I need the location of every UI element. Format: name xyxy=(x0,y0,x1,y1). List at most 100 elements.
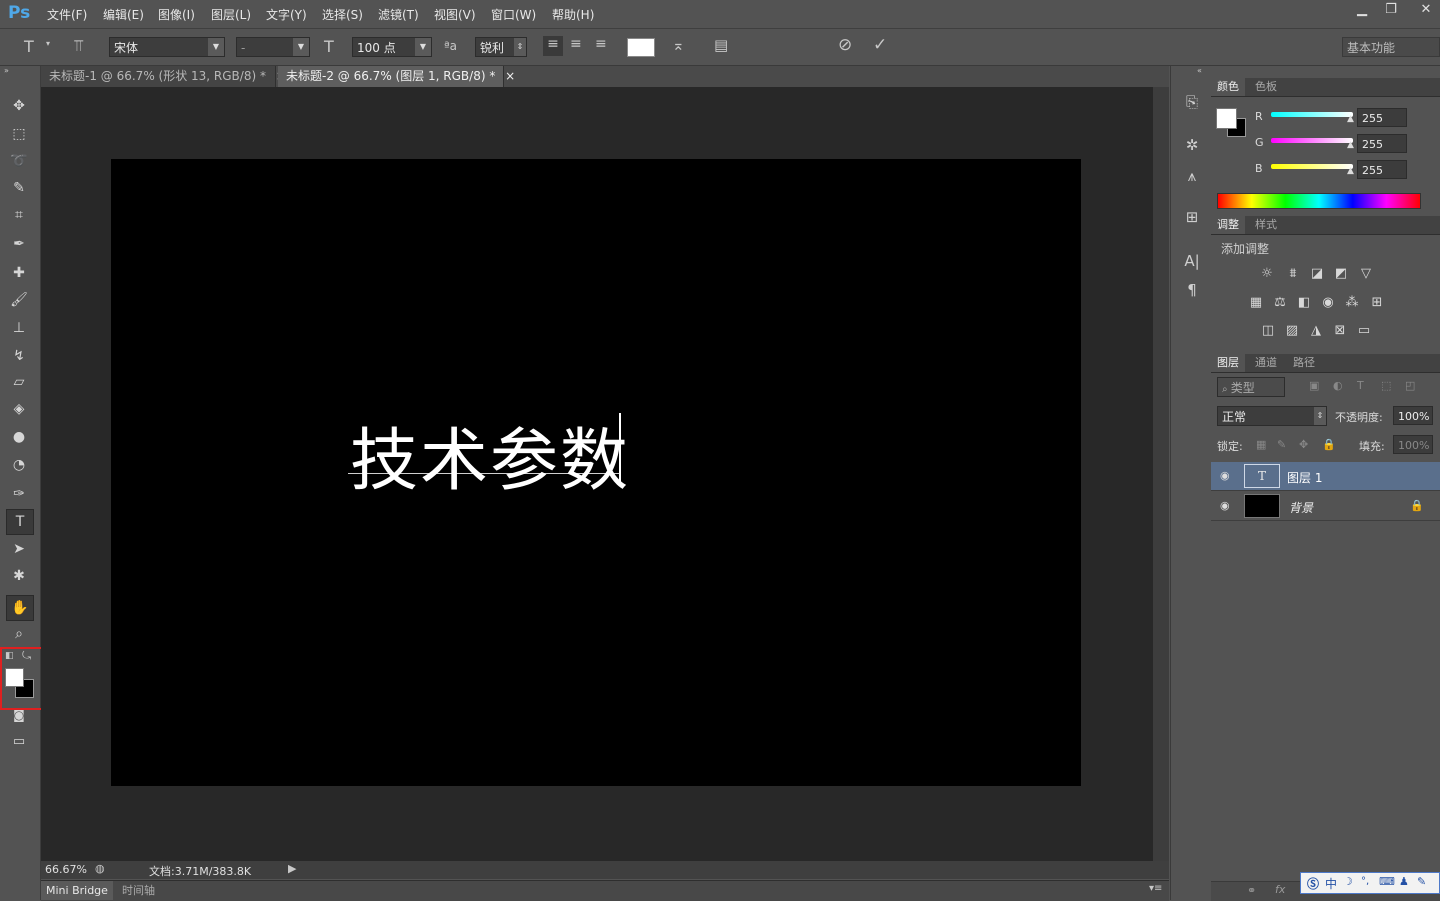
menu-select[interactable]: 选择(S) xyxy=(322,6,363,23)
eye-icon[interactable]: ◉ xyxy=(1220,499,1230,512)
tab-mini-bridge[interactable]: Mini Bridge xyxy=(41,881,113,900)
exposure-icon[interactable]: ◩ xyxy=(1332,265,1350,283)
brush-settings-icon[interactable]: ✲ xyxy=(1181,134,1203,156)
ime-user-icon[interactable]: ♟ xyxy=(1399,875,1409,888)
close-tab-icon[interactable]: × xyxy=(505,69,515,83)
layer-filter-select[interactable]: ⌕ 类型 xyxy=(1217,377,1285,397)
ime-moon-icon[interactable]: ☽ xyxy=(1343,875,1353,888)
ime-keyboard-icon[interactable]: ⌨ xyxy=(1379,875,1395,888)
slider-thumb-icon[interactable]: ▲ xyxy=(1347,140,1354,150)
filter-pixel-icon[interactable]: ▣ xyxy=(1309,379,1319,392)
zoom-tool-icon[interactable]: ⌕ xyxy=(6,622,32,646)
levels-icon[interactable]: ⩩ xyxy=(1284,265,1302,283)
channel-b-slider[interactable] xyxy=(1271,164,1353,169)
menu-edit[interactable]: 编辑(E) xyxy=(103,6,144,23)
fill-value[interactable]: 100% xyxy=(1393,435,1433,454)
marquee-tool-icon[interactable]: ⬚ xyxy=(6,122,32,146)
ime-toolbar[interactable]: Ⓢ 中 ☽ °, ⌨ ♟ ✎ xyxy=(1300,872,1440,894)
zoom-level[interactable]: 66.67% xyxy=(45,863,87,876)
channel-mixer-icon[interactable]: ⁂ xyxy=(1343,294,1361,312)
status-menu-arrow-icon[interactable]: ▶ xyxy=(288,862,296,875)
dodge-tool-icon[interactable]: ◔ xyxy=(6,453,32,477)
menu-layer[interactable]: 图层(L) xyxy=(211,6,251,23)
tab-untitled-2[interactable]: 未标题-2 @ 66.7% (图层 1, RGB/8) * × xyxy=(278,66,515,87)
anti-alias-select[interactable]: 锐利 ⇕ xyxy=(475,37,527,57)
font-style-select[interactable]: - ▼ xyxy=(236,37,310,57)
eye-icon[interactable]: ◉ xyxy=(1220,469,1230,482)
channel-b-value[interactable]: 255 xyxy=(1357,160,1407,179)
warp-text-icon[interactable]: ⌅ xyxy=(672,36,685,54)
layer-name[interactable]: 图层 1 xyxy=(1287,469,1322,486)
lock-position-icon[interactable]: ✥ xyxy=(1299,438,1308,451)
blur-tool-icon[interactable]: ● xyxy=(6,425,32,449)
path-selection-tool-icon[interactable]: ➤ xyxy=(6,537,32,561)
cancel-icon[interactable]: ⊘ xyxy=(838,35,852,55)
color-spectrum-ramp[interactable] xyxy=(1217,193,1421,209)
selective-color-icon[interactable]: ⊠ xyxy=(1331,322,1349,340)
color-balance-icon[interactable]: ⚖ xyxy=(1271,294,1289,312)
color-lookup-icon[interactable]: ⊞ xyxy=(1368,294,1386,312)
black-white-icon[interactable]: ◧ xyxy=(1295,294,1313,312)
threshold-icon[interactable]: ◮ xyxy=(1307,322,1325,340)
commit-icon[interactable]: ✓ xyxy=(873,35,887,55)
vibrance-icon[interactable]: ▽ xyxy=(1357,265,1375,283)
menu-filter[interactable]: 滤镜(T) xyxy=(378,6,419,23)
filter-shape-icon[interactable]: ⬚ xyxy=(1381,379,1391,392)
ime-settings-icon[interactable]: ✎ xyxy=(1417,875,1426,888)
align-left-icon[interactable]: ≡ xyxy=(543,36,563,56)
slider-thumb-icon[interactable]: ▲ xyxy=(1347,166,1354,176)
photo-filter-icon[interactable]: ◉ xyxy=(1319,294,1337,312)
vertical-scrollbar[interactable] xyxy=(1153,87,1169,861)
panel-menu-icon[interactable]: ▾≡ xyxy=(1149,883,1162,894)
link-layers-icon[interactable]: ⚭ xyxy=(1247,884,1256,897)
lock-image-icon[interactable]: ✎ xyxy=(1277,438,1286,451)
blend-mode-select[interactable]: 正常 ⇕ xyxy=(1217,406,1327,426)
tab-swatches[interactable]: 色板 xyxy=(1249,78,1283,96)
close-button[interactable]: ✕ xyxy=(1412,0,1440,20)
invert-icon[interactable]: ◫ xyxy=(1259,322,1277,340)
tab-styles[interactable]: 样式 xyxy=(1249,216,1283,234)
tab-adjustments[interactable]: 调整 xyxy=(1211,216,1245,234)
align-right-icon[interactable]: ≡ xyxy=(595,36,607,52)
clone-stamp-tool-icon[interactable]: ⊥ xyxy=(6,316,32,340)
channel-r-value[interactable]: 255 xyxy=(1357,108,1407,127)
crop-tool-icon[interactable]: ⌗ xyxy=(6,203,32,227)
chevron-down-icon[interactable]: ▾ xyxy=(46,39,50,48)
tab-layers[interactable]: 图层 xyxy=(1211,354,1245,372)
brush-presets-icon[interactable]: ⩚ xyxy=(1181,165,1203,187)
screen-mode-icon[interactable]: ▭ xyxy=(6,730,32,754)
type-tool-icon[interactable]: T xyxy=(6,509,34,535)
layer-row-text[interactable]: ◉ T 图层 1 xyxy=(1211,462,1440,491)
character-panel-icon[interactable]: ▤ xyxy=(714,36,728,54)
channel-g-slider[interactable] xyxy=(1271,138,1353,143)
custom-shape-tool-icon[interactable]: ✱ xyxy=(6,564,32,588)
filter-adjustment-icon[interactable]: ◐ xyxy=(1333,379,1343,392)
channel-r-slider[interactable] xyxy=(1271,112,1353,117)
brush-tool-icon[interactable]: 🖌 xyxy=(6,288,32,312)
font-size-select[interactable]: 100 点 ▼ xyxy=(352,37,432,57)
expand-arrows-icon[interactable]: « xyxy=(1197,66,1202,75)
tab-paths[interactable]: 路径 xyxy=(1287,354,1321,372)
slider-thumb-icon[interactable]: ▲ xyxy=(1347,114,1354,124)
collapse-arrows-icon[interactable]: » xyxy=(4,66,9,75)
curves-icon[interactable]: ◪ xyxy=(1308,265,1326,283)
tab-channels[interactable]: 通道 xyxy=(1249,354,1283,372)
posterize-icon[interactable]: ▨ xyxy=(1283,322,1301,340)
status-info-icon[interactable]: ◍ xyxy=(95,862,105,875)
menu-type[interactable]: 文字(Y) xyxy=(266,6,307,23)
minimize-button[interactable]: ▁ xyxy=(1348,0,1376,20)
hand-tool-icon[interactable]: ✋ xyxy=(6,595,34,621)
layer-name[interactable]: 背景 xyxy=(1289,499,1313,516)
filter-smart-object-icon[interactable]: ◰ xyxy=(1405,379,1415,392)
history-panel-icon[interactable]: ⎘ xyxy=(1181,91,1203,113)
canvas-text-layer[interactable]: 技术参数 xyxy=(350,405,630,504)
lock-all-icon[interactable]: 🔒 xyxy=(1322,438,1336,451)
layer-row-background[interactable]: ◉ 背景 🔒 xyxy=(1211,492,1440,521)
filter-type-icon[interactable]: T xyxy=(1357,379,1364,392)
move-tool-icon[interactable]: ✥ xyxy=(6,94,32,118)
tab-untitled-1[interactable]: 未标题-1 @ 66.7% (形状 13, RGB/8) * × xyxy=(41,66,286,87)
type-tool-preset-icon[interactable]: T xyxy=(24,37,34,56)
history-brush-tool-icon[interactable]: ↯ xyxy=(6,344,32,368)
workspace-select[interactable]: 基本功能 xyxy=(1342,37,1440,57)
eyedropper-tool-icon[interactable]: ✒ xyxy=(6,232,32,256)
